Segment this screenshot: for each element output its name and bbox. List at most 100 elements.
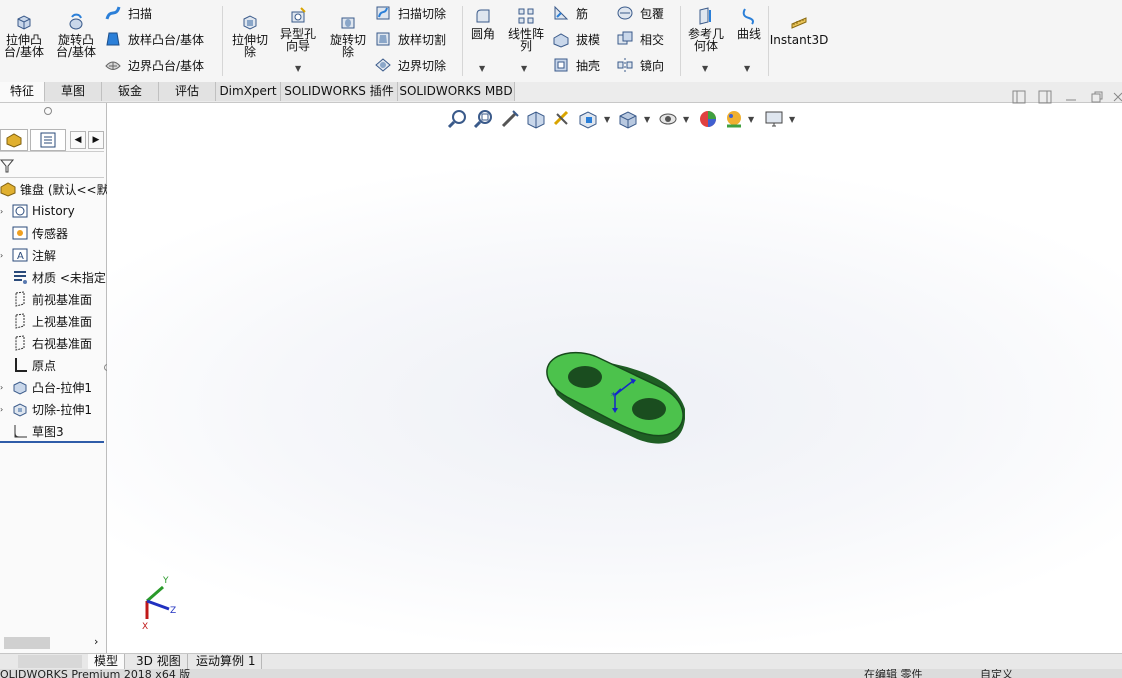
view-orientation-icon[interactable]	[577, 108, 599, 130]
expand-boss-extrude-icon[interactable]: ›	[0, 383, 3, 392]
revolve-boss-button[interactable]: 旋转凸台/基体	[54, 12, 98, 58]
panel-horizontal-scrollbar[interactable]	[4, 637, 50, 649]
extrude-cut-button[interactable]: 拉伸切除	[228, 12, 272, 58]
previous-view-icon[interactable]	[499, 108, 521, 130]
boundary-cut-button[interactable]: 边界切除	[374, 55, 446, 75]
property-manager-tab-icon[interactable]	[30, 129, 66, 151]
intersect-button[interactable]: 相交	[616, 29, 664, 49]
curves-button[interactable]: 曲线	[732, 6, 766, 40]
tree-item-sensors[interactable]: 传感器	[12, 223, 68, 243]
curves-dropdown-icon[interactable]: ▼	[744, 64, 750, 73]
rollback-bar[interactable]	[0, 441, 104, 443]
view-orientation-dropdown-icon[interactable]: ▼	[604, 115, 610, 124]
filter-bar[interactable]	[0, 155, 104, 178]
revolve-cut-button[interactable]: 旋转切除	[326, 12, 370, 58]
feature-manager-tab-icon[interactable]	[0, 129, 28, 151]
tile-left-icon[interactable]	[1012, 90, 1026, 104]
hole-wizard-dropdown-icon[interactable]: ▼	[295, 64, 301, 73]
boundary-boss-button[interactable]: 边界凸台/基体	[104, 55, 204, 75]
tree-item-annotations[interactable]: A 注解	[12, 245, 56, 265]
tree-item-origin[interactable]: 原点	[12, 355, 56, 375]
part-model[interactable]: *	[537, 343, 707, 458]
zoom-to-area-icon[interactable]	[473, 108, 495, 130]
tree-item-label: 注解	[32, 248, 57, 263]
tree-item-front-plane[interactable]: 前视基准面	[12, 289, 92, 309]
dynamic-annotation-views-icon[interactable]	[551, 108, 573, 130]
wrap-button[interactable]: 包覆	[616, 3, 664, 23]
fillet-button[interactable]: 圆角	[466, 6, 500, 40]
tab-sketch[interactable]: 草图	[45, 82, 102, 101]
restore-icon[interactable]	[1090, 90, 1104, 104]
hole-wizard-button[interactable]: 异型孔向导	[276, 6, 320, 52]
minimize-icon[interactable]	[1064, 90, 1078, 104]
panel-scroll-arrow-icon[interactable]: ›	[94, 635, 98, 648]
loft-boss-button[interactable]: 放样凸台/基体	[104, 29, 204, 49]
tab-features[interactable]: 特征	[0, 82, 45, 102]
loft-boss-icon	[106, 32, 120, 46]
boundary-boss-icon	[105, 61, 121, 70]
tree-item-right-plane[interactable]: 右视基准面	[12, 333, 92, 353]
reference-geometry-button[interactable]: 参考几何体	[684, 6, 728, 52]
edit-appearance-icon[interactable]	[697, 108, 719, 130]
tree-item-label: 草图3	[32, 424, 64, 439]
rib-button[interactable]: 筋	[552, 3, 588, 23]
tab-solidworks-addins[interactable]: SOLIDWORKS 插件	[281, 82, 398, 101]
close-icon[interactable]	[1112, 90, 1122, 104]
tree-item-cut-extrude[interactable]: 切除-拉伸1	[12, 399, 92, 419]
display-style-dropdown-icon[interactable]: ▼	[644, 115, 650, 124]
instant3d-button[interactable]: Instant3D	[770, 12, 828, 46]
panel-scroll-right-icon[interactable]: ▶	[88, 131, 104, 149]
revolve-cut-icon	[341, 17, 355, 29]
rib-icon	[554, 5, 569, 20]
expand-annotations-icon[interactable]: ›	[0, 251, 3, 260]
hide-show-items-icon[interactable]	[657, 108, 679, 130]
draft-button[interactable]: 拔模	[552, 29, 600, 49]
graphics-area[interactable]: ▼ ▼ ▼ ▼ ▼ * Y Z X	[107, 90, 1122, 653]
tree-item-history[interactable]: History	[12, 201, 75, 221]
tab-scroll-buttons-icon[interactable]	[18, 655, 82, 668]
panel-scroll-left-icon[interactable]: ◀	[70, 131, 86, 149]
status-units[interactable]: 自定义	[980, 669, 1013, 678]
tab-evaluate[interactable]: 评估	[159, 82, 216, 101]
tab-model[interactable]: 模型	[88, 654, 126, 669]
linear-pattern-button[interactable]: 线性阵列	[504, 6, 548, 52]
expand-cut-extrude-icon[interactable]: ›	[0, 405, 3, 414]
tree-item-material[interactable]: 材质 <未指定	[12, 267, 106, 287]
extrude-boss-button[interactable]: 拉伸凸台/基体	[2, 12, 46, 58]
expand-history-icon[interactable]: ›	[0, 207, 3, 216]
apply-scene-dropdown-icon[interactable]: ▼	[748, 115, 754, 124]
mirror-icon	[617, 58, 633, 72]
hide-show-dropdown-icon[interactable]: ▼	[683, 115, 689, 124]
tile-right-icon[interactable]	[1038, 90, 1052, 104]
tree-item-top-plane[interactable]: 上视基准面	[12, 311, 92, 331]
view-settings-dropdown-icon[interactable]: ▼	[789, 115, 795, 124]
tree-item-sketch3[interactable]: 草图3	[12, 421, 64, 441]
sweep-button[interactable]: 扫描	[104, 3, 152, 23]
tab-dimxpert[interactable]: DimXpert	[216, 82, 281, 101]
zoom-to-fit-icon[interactable]	[447, 108, 469, 130]
display-style-icon[interactable]	[617, 108, 639, 130]
tab-motion-study[interactable]: 运动算例 1	[190, 654, 263, 669]
coordinate-triad: Y Z X	[142, 576, 176, 632]
tree-item-boss-extrude[interactable]: 凸台-拉伸1	[12, 377, 92, 397]
section-view-icon[interactable]	[525, 108, 547, 130]
tab-sheet-metal[interactable]: 钣金	[102, 82, 159, 101]
intersect-label: 相交	[640, 32, 665, 47]
mirror-button[interactable]: 镜向	[616, 55, 664, 75]
fillet-dropdown-icon[interactable]: ▼	[479, 64, 485, 73]
tab-3d-view[interactable]: 3D 视图	[130, 654, 188, 669]
apply-scene-icon[interactable]	[723, 108, 745, 130]
filter-icon[interactable]	[0, 158, 14, 174]
view-settings-icon[interactable]	[763, 108, 785, 130]
sweep-icon	[105, 6, 121, 20]
part-hole-right	[632, 398, 666, 420]
tree-root-part[interactable]: 锥盘 (默认<<默	[0, 179, 109, 199]
linear-pattern-dropdown-icon[interactable]: ▼	[521, 64, 527, 73]
sweep-cut-button[interactable]: 扫描切除	[374, 3, 446, 23]
reference-geometry-dropdown-icon[interactable]: ▼	[702, 64, 708, 73]
loft-cut-button[interactable]: 放样切割	[374, 29, 446, 49]
panel-grip-icon[interactable]	[44, 107, 52, 115]
material-icon	[14, 271, 27, 284]
tab-solidworks-mbd[interactable]: SOLIDWORKS MBD	[398, 82, 515, 101]
shell-button[interactable]: 抽壳	[552, 55, 600, 75]
